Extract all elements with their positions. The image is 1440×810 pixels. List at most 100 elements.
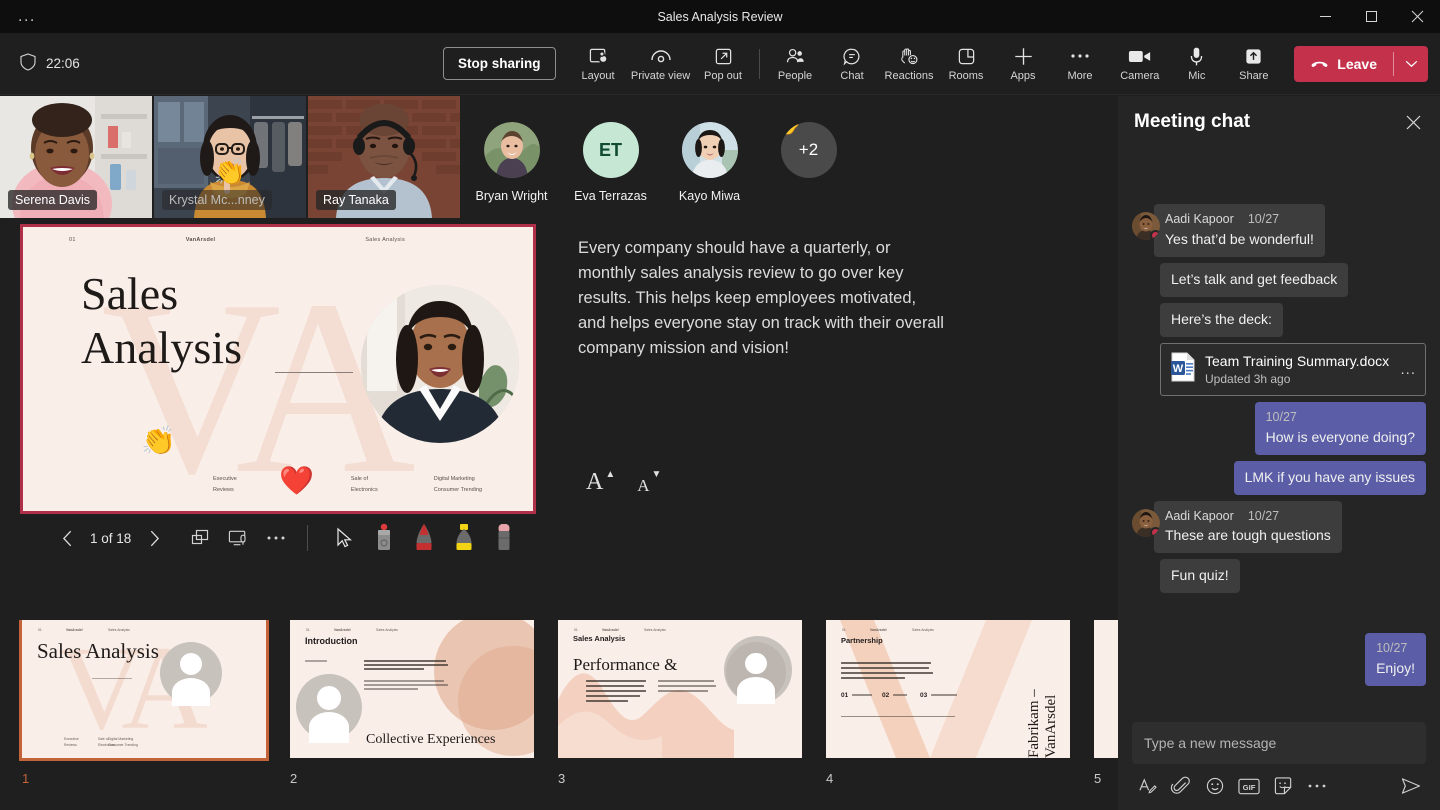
yellow-highlighter-tool[interactable] [444, 520, 484, 556]
participant-avatar-bryan-wright[interactable]: Bryan Wright [462, 96, 561, 218]
decrease-font-size-button[interactable]: A ▼ [633, 467, 665, 497]
participant-avatar-eva-terrazas[interactable]: ET Eva Terrazas [561, 96, 660, 218]
chat-message[interactable]: Aadi Kapoor 10/27 Yes that’d be wonderfu… [1132, 204, 1426, 257]
reactions-button[interactable]: Reactions [881, 41, 938, 86]
slide-number: 3 [558, 771, 802, 786]
chat-timestamp: 10/27 [1376, 640, 1407, 657]
video-tile-krystal-mckinney[interactable]: 👏 Krystal Mc...nney [154, 96, 306, 218]
presenter-view-button[interactable] [219, 521, 257, 555]
camera-button[interactable]: Camera [1111, 41, 1168, 86]
chat-message-own[interactable]: 10/27 Enjoy! [1132, 633, 1426, 686]
video-tile-serena-davis[interactable]: Serena Davis [0, 96, 152, 218]
slide-filmstrip[interactable]: VA 01 VanArsdel Sales Analysis Sales Ana… [0, 620, 1118, 810]
participant-overflow-count[interactable]: ✋ +2 [759, 96, 858, 218]
filmstrip-slide-5[interactable]: 5 [1094, 620, 1118, 786]
apps-label: Apps [1010, 70, 1035, 82]
chat-message[interactable]: Let’s talk and get feedback [1132, 263, 1426, 297]
slide-number: 1 [22, 771, 266, 786]
filmstrip-slide-3[interactable]: 01 VanArsdel Sales Analysis Sales Analys… [558, 620, 802, 786]
avatar [484, 122, 540, 178]
share-up-arrow-icon [1244, 45, 1263, 67]
more-label: More [1067, 70, 1092, 82]
people-button[interactable]: People [767, 41, 824, 86]
close-chat-button[interactable] [1398, 107, 1428, 137]
close-button[interactable] [1394, 0, 1440, 33]
sticker-button[interactable] [1268, 772, 1298, 800]
chat-bubble[interactable]: 10/27 How is everyone doing? [1255, 402, 1426, 455]
slide-thumbnail[interactable]: 01 VanArsdel Sales Analysis Introduction… [290, 620, 534, 758]
stop-sharing-button[interactable]: Stop sharing [443, 47, 556, 80]
share-button[interactable]: Share [1225, 41, 1282, 86]
status-badge-dnd [1150, 230, 1160, 240]
apps-button[interactable]: Apps [995, 41, 1052, 86]
private-view-button[interactable]: Private view [627, 41, 695, 86]
layout-button[interactable]: Layout [570, 41, 627, 86]
next-slide-button[interactable] [137, 521, 171, 555]
chat-bubble[interactable]: LMK if you have any issues [1234, 461, 1426, 495]
emoji-button[interactable] [1200, 772, 1230, 800]
chat-button[interactable]: Chat [824, 41, 881, 86]
red-pen-tool[interactable] [404, 520, 444, 556]
thumb-brand: VanArsdel [66, 628, 83, 632]
font-size-controls: A ▲ A ▼ [582, 467, 946, 497]
camera-icon [1128, 45, 1152, 67]
file-card[interactable]: W Team Training Summary.docx Updated 3h … [1160, 343, 1426, 396]
slide-thumbnail[interactable]: 01 VanArsdel Sales Analysis Sales Analys… [558, 620, 802, 758]
word-doc-icon: W [1170, 352, 1196, 387]
chat-timestamp: 10/27 [1266, 409, 1297, 426]
chat-file-attachment[interactable]: W Team Training Summary.docx Updated 3h … [1132, 343, 1426, 396]
toolbar-divider [759, 49, 760, 79]
chat-message[interactable]: Aadi Kapoor 10/27 These are tough questi… [1132, 501, 1426, 554]
previous-slide-button[interactable] [50, 521, 84, 555]
shared-slide[interactable]: VA 01 VanArsdel Sales Analysis Sales Ana… [20, 224, 536, 514]
chat-message-own[interactable]: 10/27 How is everyone doing? [1132, 402, 1426, 455]
chat-bubble[interactable]: Here’s the deck: [1160, 303, 1283, 337]
format-text-button[interactable] [1132, 772, 1162, 800]
leave-options-button[interactable] [1394, 46, 1428, 82]
chat-input[interactable]: Type a new message [1132, 722, 1426, 764]
rooms-button[interactable]: Rooms [938, 41, 995, 86]
pop-out-button[interactable]: Pop out [695, 41, 752, 86]
chat-message-list[interactable]: Aadi Kapoor 10/27 Yes that’d be wonderfu… [1118, 148, 1440, 714]
chat-message[interactable]: Here’s the deck: [1132, 303, 1426, 337]
more-button[interactable]: More [1052, 41, 1109, 86]
action-bar-right: Camera Mic Share Leave [1111, 41, 1428, 86]
all-slides-button[interactable] [181, 521, 219, 555]
attach-file-button[interactable] [1166, 772, 1196, 800]
slide-thumbnail[interactable]: 01 VanArsdel Sales Analysis Partnership … [826, 620, 1070, 758]
chat-bubble[interactable]: Aadi Kapoor 10/27 Yes that’d be wonderfu… [1154, 204, 1325, 257]
giphy-button[interactable]: GIF [1234, 772, 1264, 800]
chat-bubble[interactable]: Fun quiz! [1160, 559, 1240, 593]
minimize-button[interactable] [1302, 0, 1348, 33]
filmstrip-slide-1[interactable]: VA 01 VanArsdel Sales Analysis Sales Ana… [22, 620, 266, 786]
layout-label: Layout [582, 70, 615, 82]
slide-presenter-photo [361, 285, 519, 443]
window-title: Sales Analysis Review [0, 10, 1440, 24]
compose-more-options-button[interactable] [1302, 772, 1332, 800]
chat-message[interactable]: Fun quiz! [1132, 559, 1426, 593]
mic-button[interactable]: Mic [1168, 41, 1225, 86]
increase-font-size-button[interactable]: A ▲ [582, 467, 619, 497]
maximize-button[interactable] [1348, 0, 1394, 33]
participant-avatar-kayo-miwa[interactable]: Kayo Miwa [660, 96, 759, 218]
chat-message-own[interactable]: LMK if you have any issues [1132, 461, 1426, 495]
filmstrip-slide-4[interactable]: 01 VanArsdel Sales Analysis Partnership … [826, 620, 1070, 786]
slide-thumbnail[interactable]: VA 01 VanArsdel Sales Analysis Sales Ana… [22, 620, 266, 758]
meeting-action-bar: 22:06 Stop sharing Layout Private view [0, 33, 1440, 95]
filmstrip-slide-2[interactable]: 01 VanArsdel Sales Analysis Introduction… [290, 620, 534, 786]
leave-button[interactable]: Leave [1294, 46, 1393, 82]
slide-more-options-button[interactable] [257, 521, 295, 555]
chat-bubble[interactable]: 10/27 Enjoy! [1365, 633, 1426, 686]
chat-bubble[interactable]: Let’s talk and get feedback [1160, 263, 1348, 297]
video-tile-ray-tanaka[interactable]: Ray Tanaka [308, 96, 460, 218]
chat-bubble[interactable]: Aadi Kapoor 10/27 These are tough questi… [1154, 501, 1342, 554]
slide-thumbnail[interactable] [1094, 620, 1118, 758]
eraser-tool[interactable] [484, 520, 524, 556]
laser-pointer-tool[interactable] [364, 520, 404, 556]
file-more-options-icon[interactable]: ... [1400, 361, 1416, 378]
send-message-button[interactable] [1396, 772, 1426, 800]
toolbar-divider [307, 525, 308, 551]
pop-out-label: Pop out [704, 70, 742, 82]
thumb-person-icon [296, 674, 362, 740]
cursor-tool[interactable] [324, 520, 364, 556]
